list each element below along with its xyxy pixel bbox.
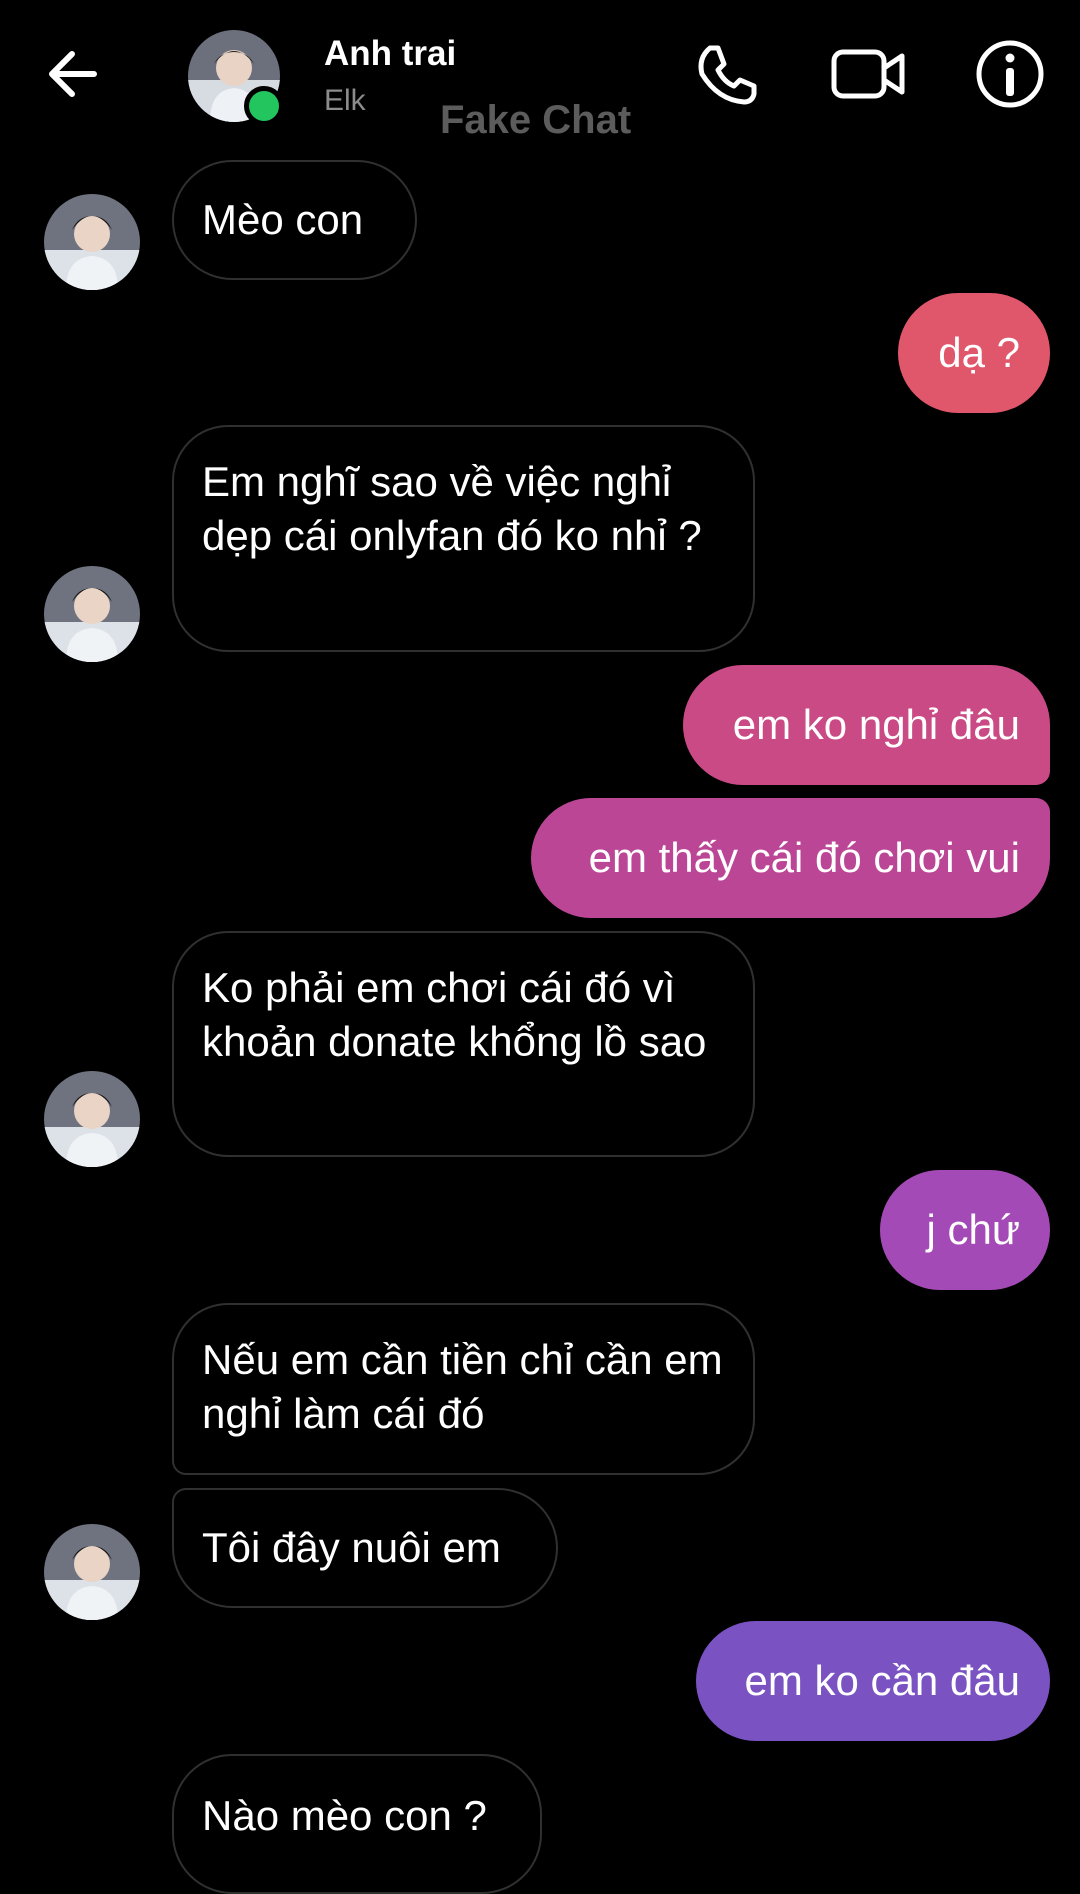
outgoing-message[interactable]: em ko nghỉ đâu	[683, 665, 1050, 785]
online-indicator	[244, 86, 284, 126]
contact-avatar-small[interactable]	[44, 566, 140, 662]
phone-icon[interactable]	[688, 36, 764, 112]
contact-avatar-small[interactable]	[44, 1071, 140, 1167]
contact-avatar-small[interactable]	[44, 194, 140, 290]
chat-header: Anh trai Elk Fake Chat	[0, 0, 1080, 150]
arrow-left-icon[interactable]	[42, 42, 106, 106]
contact-name[interactable]: Anh trai	[324, 34, 456, 74]
incoming-message[interactable]: Tôi đây nuôi em	[172, 1488, 558, 1608]
contact-avatar-small[interactable]	[44, 1524, 140, 1620]
incoming-message[interactable]: Mèo con	[172, 160, 417, 280]
contact-status: Elk	[324, 84, 366, 117]
incoming-message[interactable]: Nếu em cần tiền chỉ cần em nghỉ làm cái …	[172, 1303, 755, 1475]
outgoing-message[interactable]: em thấy cái đó chơi vui	[531, 798, 1050, 918]
incoming-message[interactable]: Em nghĩ sao về việc nghỉ dẹp cái onlyfan…	[172, 425, 755, 652]
video-camera-icon[interactable]	[830, 36, 906, 112]
outgoing-message[interactable]: j chứ	[880, 1170, 1050, 1290]
outgoing-message[interactable]: dạ ?	[898, 293, 1050, 413]
watermark: Fake Chat	[440, 98, 632, 142]
incoming-message[interactable]: Ko phải em chơi cái đó vì khoản donate k…	[172, 931, 755, 1157]
incoming-message[interactable]: Nào mèo con ?	[172, 1754, 542, 1894]
info-icon[interactable]	[972, 36, 1048, 112]
outgoing-message[interactable]: em ko cần đâu	[696, 1621, 1050, 1741]
